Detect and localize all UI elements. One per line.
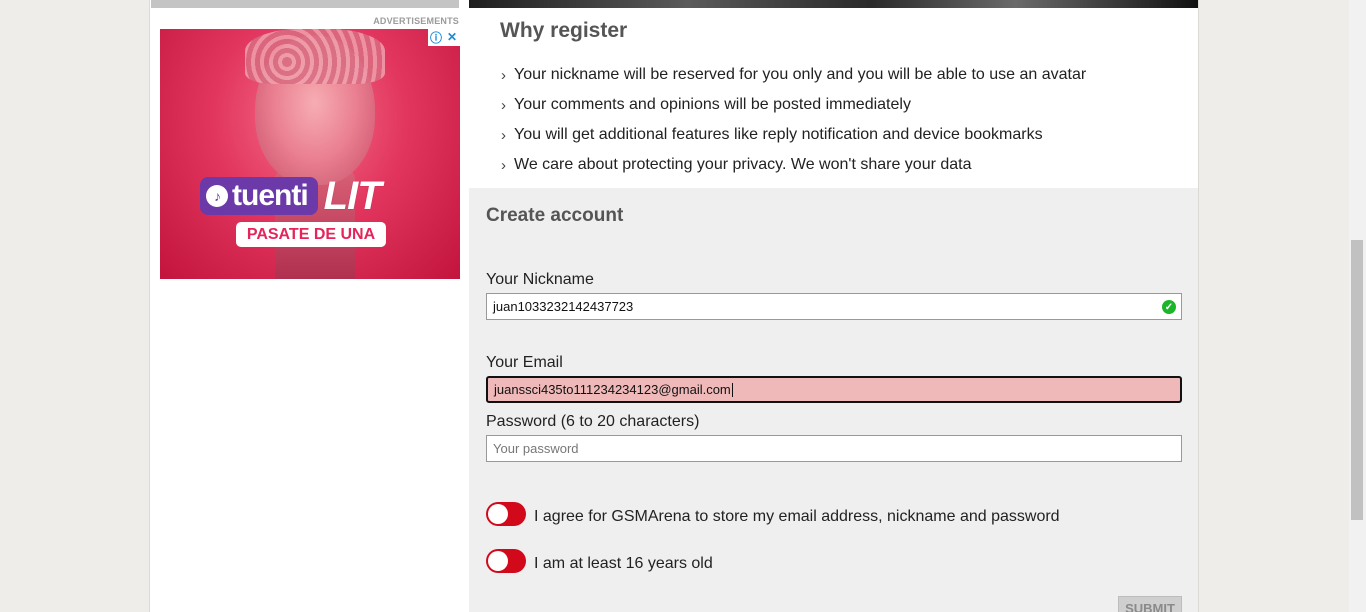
- nickname-label: Your Nickname: [486, 271, 594, 288]
- password-placeholder: Your password: [493, 441, 579, 456]
- chevron-right-icon: ›: [501, 96, 506, 114]
- ad-cta-button[interactable]: PASATE DE UNA: [236, 222, 386, 247]
- ad-brand-name: tuenti: [232, 179, 309, 212]
- ad-statue-hair: [245, 29, 385, 84]
- ad-tagline: LIT: [323, 173, 382, 218]
- agree-toggle[interactable]: [486, 502, 526, 526]
- main-content: Why register › Your nickname will be rese…: [469, 0, 1199, 612]
- why-register-title: Why register: [500, 19, 628, 42]
- ad-brand-pill: ♪ tuenti: [200, 177, 318, 215]
- list-item: › You will get additional features like r…: [501, 126, 1043, 144]
- ad-banner[interactable]: ⓘ ✕ ♪ tuenti LIT PASATE DE UNA: [160, 29, 460, 279]
- text-caret: [731, 382, 733, 397]
- why-register-list: › Your nickname will be reserved for you …: [501, 60, 1086, 180]
- nickname-value: juan1033232142437723: [493, 299, 634, 314]
- password-input[interactable]: Your password: [486, 435, 1182, 462]
- agree-toggle-label: I agree for GSMArena to store my email a…: [534, 508, 1060, 525]
- ad-controls: ⓘ ✕: [428, 29, 460, 46]
- email-value: juanssci435to111234234123@gmail.com: [494, 382, 731, 397]
- advertisements-label: ADVERTISEMENTS: [373, 16, 459, 26]
- sidebar-top-bar: [151, 0, 459, 8]
- toggle-knob: [488, 551, 508, 571]
- list-item: › Your comments and opinions will be post…: [501, 96, 911, 114]
- why-register-section: Why register › Your nickname will be rese…: [469, 8, 1198, 188]
- create-account-title: Create account: [486, 205, 624, 226]
- info-icon[interactable]: ⓘ: [428, 29, 444, 45]
- hero-image-strip: [469, 0, 1198, 8]
- agree-toggle-row: I agree for GSMArena to store my email a…: [486, 502, 1060, 526]
- password-label: Password (6 to 20 characters): [486, 413, 700, 430]
- check-circle-icon: ✓: [1162, 300, 1176, 314]
- chevron-right-icon: ›: [501, 156, 506, 174]
- close-icon[interactable]: ✕: [444, 29, 460, 45]
- submit-button[interactable]: SUBMIT: [1118, 596, 1182, 612]
- list-item: › Your nickname will be reserved for you …: [501, 66, 1087, 84]
- age-toggle-label: I am at least 16 years old: [534, 555, 713, 572]
- toggle-knob: [488, 504, 508, 524]
- chevron-right-icon: ›: [501, 126, 506, 144]
- email-label: Your Email: [486, 354, 563, 371]
- age-toggle-row: I am at least 16 years old: [486, 549, 713, 573]
- page-scrollbar[interactable]: [1349, 0, 1366, 612]
- nickname-input[interactable]: juan1033232142437723 ✓: [486, 293, 1182, 320]
- age-toggle[interactable]: [486, 549, 526, 573]
- left-sidebar: ADVERTISEMENTS ⓘ ✕ ♪ tuenti LIT PASATE D…: [149, 0, 470, 612]
- brand-logo-icon: ♪: [206, 185, 228, 207]
- email-input[interactable]: juanssci435to111234234123@gmail.com: [486, 376, 1182, 403]
- list-item: › We care about protecting your privacy. …: [501, 156, 972, 174]
- ad-brand: ♪ tuenti LIT: [200, 174, 382, 218]
- chevron-right-icon: ›: [501, 66, 506, 84]
- scrollbar-thumb[interactable]: [1351, 240, 1363, 520]
